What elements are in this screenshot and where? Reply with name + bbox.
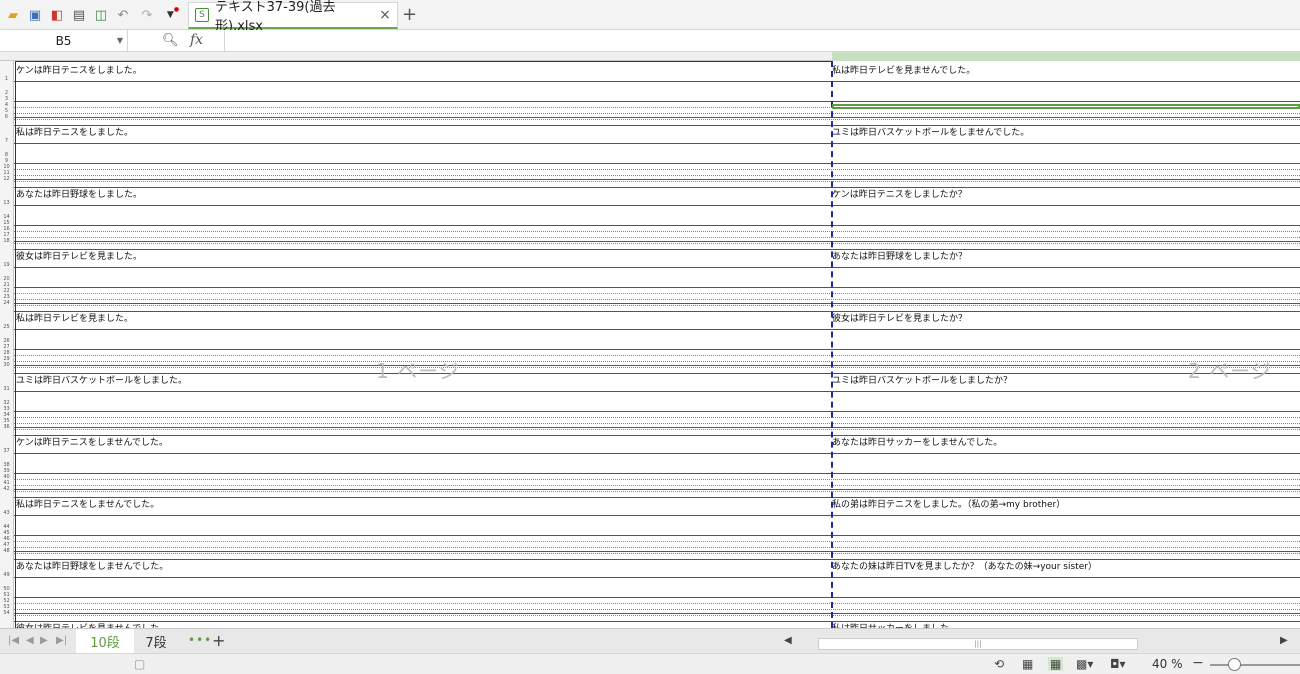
quick-access-toolbar: ▰ ▣ ◧ ▤ ◫ ↶ ↷ ▼ ● S テキスト37-39(過去形).xlsx ×… (0, 0, 1300, 34)
sheet-tab-bar: |◀ ◀ ▶ ▶| 10段 7段 ••• + ◀ ||| ▶ (0, 628, 1300, 654)
row-number[interactable]: 37 (0, 448, 13, 454)
row-number[interactable]: 42 (0, 486, 13, 492)
customize-icon[interactable]: ▼ ● (164, 6, 182, 24)
macro-record-icon[interactable]: ▢ (134, 657, 145, 671)
export-pdf-icon[interactable]: ◧ (48, 6, 66, 24)
row-number[interactable]: 1 (0, 76, 13, 82)
row-number[interactable]: 49 (0, 572, 13, 578)
name-box[interactable]: B5 ▼ (0, 30, 128, 52)
scroll-thumb[interactable]: ||| (818, 638, 1138, 650)
print-icon[interactable]: ▤ (70, 6, 88, 24)
formula-bar: B5 ▼ 🔍︎ fx (0, 30, 1300, 52)
selected-cell-b5[interactable] (832, 104, 1300, 109)
page-layout-view-icon[interactable]: ▩▾ (1076, 657, 1093, 671)
row-number[interactable]: 13 (0, 200, 13, 206)
row-number[interactable]: 24 (0, 300, 13, 306)
zoom-slider-handle[interactable] (1228, 658, 1241, 671)
undo-icon[interactable]: ↶ (114, 6, 132, 24)
page-break-view-icon[interactable]: ▦ (1048, 657, 1064, 671)
spreadsheet-file-icon: S (195, 8, 209, 22)
row-number[interactable]: 18 (0, 238, 13, 244)
cell-right-sentence[interactable]: あなたは昨日サッカーをしませんでした。 (832, 438, 1002, 448)
row-number[interactable]: 12 (0, 176, 13, 182)
sheet-tab-7dan[interactable]: 7段 (136, 629, 176, 654)
add-sheet-button[interactable]: + (212, 631, 225, 650)
save-icon[interactable]: ▣ (26, 6, 44, 24)
first-sheet-icon[interactable]: |◀ (8, 635, 19, 646)
row-number[interactable]: 43 (0, 510, 13, 516)
cell-right-sentence[interactable]: ケンは昨日テニスをしましたか？ (832, 190, 967, 200)
sheet-tab-10dan[interactable]: 10段 (76, 629, 134, 654)
formula-input[interactable] (224, 31, 1300, 51)
new-tab-button[interactable]: + (402, 4, 417, 25)
horizontal-scrollbar[interactable]: ◀ ||| ▶ (784, 633, 1294, 650)
row-number[interactable]: 7 (0, 138, 13, 144)
sheet-tab-label: 7段 (145, 636, 167, 651)
cell-right-sentence[interactable]: ユミは昨日バスケットボールをしましたか？ (832, 376, 1012, 386)
cell-right-sentence[interactable]: 私は昨日テレビを見ませんでした。 (832, 66, 975, 76)
redo-icon[interactable]: ↷ (138, 6, 156, 24)
fx-icon[interactable]: fx (190, 32, 203, 48)
cell-right-sentence[interactable]: あなたの妹は昨日TVを見ましたか？（あなたの妹→your sister） (832, 562, 1097, 572)
next-sheet-icon[interactable]: ▶ (40, 635, 48, 646)
open-folder-icon[interactable]: ▰ (4, 6, 22, 24)
document-tab[interactable]: S テキスト37-39(過去形).xlsx × (188, 0, 398, 34)
row-header[interactable]: 1 2 3 4 5 6 7 8 9 10 11 12 13 14 15 16 17 18 19 20 21 22 23 24 2… (0, 61, 14, 628)
chevron-down-icon[interactable]: ▼ (117, 36, 123, 45)
page-break-line[interactable] (831, 61, 833, 628)
page-1-watermark: 1 ページ (376, 359, 460, 383)
row-number[interactable]: 6 (0, 114, 13, 120)
row-number[interactable]: 19 (0, 262, 13, 268)
zoom-out-button[interactable]: − (1192, 655, 1204, 671)
name-box-value: B5 (55, 34, 72, 48)
row-number[interactable]: 30 (0, 362, 13, 368)
row-number[interactable]: 48 (0, 548, 13, 554)
page-1-border (15, 61, 832, 628)
status-bar: ▢ ⟲ ▦ ▦ ▩▾ ◘▾ 40 % − (0, 653, 1300, 674)
column-header[interactable] (0, 52, 1300, 61)
page-2-watermark: 2 ページ (1188, 359, 1272, 383)
document-tab-title: テキスト37-39(過去形).xlsx (215, 0, 336, 34)
scroll-right-icon[interactable]: ▶ (1280, 635, 1288, 646)
history-icon[interactable]: ⟲ (994, 657, 1004, 671)
row-number[interactable]: 54 (0, 610, 13, 616)
zoom-level[interactable]: 40 % (1152, 657, 1183, 671)
cell-right-sentence[interactable]: ユミは昨日バスケットボールをしませんでした。 (832, 128, 1029, 138)
normal-view-icon[interactable]: ▦ (1022, 657, 1033, 671)
cell-right-sentence[interactable]: 彼女は昨日テレビを見ましたか？ (832, 314, 967, 324)
zoom-lookup-icon[interactable]: 🔍︎ (162, 33, 179, 48)
reading-mode-icon[interactable]: ◘▾ (1110, 657, 1126, 671)
row-number[interactable]: 25 (0, 324, 13, 330)
scroll-track[interactable]: ||| (798, 636, 1278, 650)
print-preview-icon[interactable]: ◫ (92, 6, 110, 24)
row-number[interactable]: 31 (0, 386, 13, 392)
prev-sheet-icon[interactable]: ◀ (26, 635, 34, 646)
zoom-slider[interactable] (1210, 664, 1300, 666)
more-sheets-icon[interactable]: ••• (188, 633, 212, 647)
scroll-left-icon[interactable]: ◀ (784, 635, 792, 646)
cell-right-sentence[interactable]: 私の弟は昨日テニスをしました。（私の弟→my brother） (832, 500, 1065, 510)
selected-column-highlight (832, 52, 1300, 61)
close-tab-icon[interactable]: × (377, 7, 393, 23)
cell-right-sentence[interactable]: あなたは昨日野球をしましたか？ (832, 252, 967, 262)
sheet-tab-label: 10段 (90, 636, 120, 651)
last-sheet-icon[interactable]: ▶| (56, 635, 67, 646)
row-number[interactable]: 36 (0, 424, 13, 430)
